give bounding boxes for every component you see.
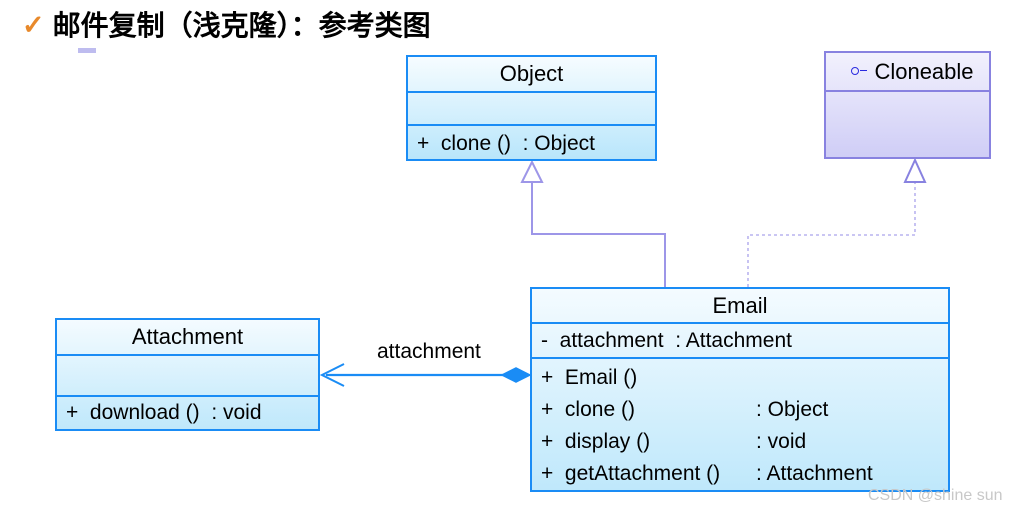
- attributes-compartment-email: - attachment : Attachment: [532, 324, 948, 357]
- class-box-email[interactable]: Email - attachment : Attachment + Email …: [530, 287, 950, 492]
- interface-box-cloneable[interactable]: Cloneable: [824, 51, 991, 159]
- check-icon: ✓: [22, 9, 45, 40]
- composition-email-to-attachment: [319, 363, 532, 387]
- methods-compartment-object: + clone () : Object: [408, 126, 655, 161]
- method-signature: + display (): [541, 429, 651, 453]
- interface-name-cloneable: Cloneable: [874, 58, 974, 84]
- title-underline-artifact: [78, 48, 96, 53]
- method-signature: + clone (): [541, 397, 635, 421]
- interface-body-compartment: [826, 92, 989, 159]
- methods-compartment-attachment: + download () : void: [57, 397, 318, 429]
- class-name-compartment: Object: [408, 57, 655, 91]
- page-title-text: 邮件复制（浅克隆）：参考类图: [52, 9, 431, 42]
- method-return-type: : Object: [756, 397, 829, 421]
- watermark: CSDN @shine sun: [868, 487, 1003, 504]
- class-box-attachment[interactable]: Attachment + download () : void: [55, 318, 320, 431]
- method-row: + getAttachment () : Attachment: [532, 458, 948, 490]
- class-name-compartment: Attachment: [57, 320, 318, 354]
- lollipop-circle: [851, 66, 860, 75]
- method-row: + clone () : Object: [532, 394, 948, 426]
- page-title: ✓ 邮件复制（浅克隆）：参考类图: [22, 4, 431, 44]
- interface-name-compartment: Cloneable: [826, 53, 989, 90]
- method-signature: + Email (): [541, 366, 638, 389]
- method-return-type: : void: [756, 429, 807, 453]
- method-row: + download () : void: [66, 401, 262, 425]
- class-name-email: Email: [712, 292, 768, 318]
- method-row: + clone () : Object: [417, 131, 595, 155]
- attributes-compartment-attachment: [57, 356, 318, 395]
- method-row: + Email (): [532, 362, 948, 394]
- method-return-type: : Attachment: [756, 461, 873, 485]
- method-signature: + getAttachment (): [541, 461, 721, 485]
- generalization-email-to-object: [520, 159, 666, 287]
- attributes-compartment-object: [408, 93, 655, 124]
- class-name-attachment: Attachment: [131, 324, 244, 349]
- class-name-compartment: Email: [532, 289, 948, 322]
- method-row: + display () : void: [532, 426, 948, 458]
- lollipop-stem: [860, 69, 868, 72]
- interface-lollipop-icon: [851, 66, 868, 78]
- association-label: attachment: [377, 340, 481, 363]
- methods-compartment-email: + Email () + clone () : Object + display…: [532, 359, 948, 492]
- attribute-row: - attachment : Attachment: [541, 328, 792, 352]
- class-box-object[interactable]: Object + clone () : Object: [406, 55, 657, 161]
- diagram-canvas: ✓ 邮件复制（浅克隆）：参考类图 attachment Object + clo…: [0, 0, 1036, 513]
- class-name-object: Object: [499, 61, 564, 86]
- realization-email-to-cloneable: [747, 157, 927, 287]
